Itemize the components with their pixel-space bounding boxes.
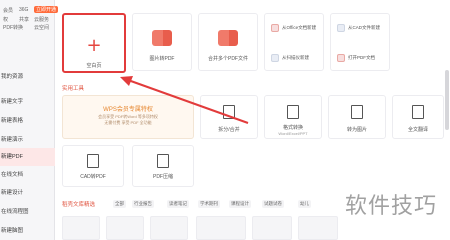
from-office-label: 从Office文档新建 xyxy=(282,25,317,30)
open-pdf-label: 打开PDF文档 xyxy=(348,55,375,60)
template-thumb[interactable] xyxy=(106,216,144,240)
chip-reader-notes[interactable]: 读者笔记 xyxy=(167,200,189,208)
blank-page-label: 空白页 xyxy=(86,63,102,69)
chip-exam-papers[interactable]: 试题试卷 xyxy=(262,200,284,208)
scanner-icon xyxy=(271,54,279,62)
from-cad-group: 从CAD文件新建 打开PDF文档 xyxy=(330,13,390,71)
member-label: 会员 xyxy=(3,8,14,14)
image-to-pdf-label: 图片转PDF xyxy=(149,56,175,62)
member-line-d: PDF转换 xyxy=(3,25,24,31)
storage-size: 36G xyxy=(19,7,29,13)
sidebar-item-new-sheet[interactable]: 新建表格 xyxy=(0,112,55,130)
open-pdf-button[interactable]: 打开PDF文档 xyxy=(337,50,375,66)
tool-pdf-compress[interactable]: PDF压缩 xyxy=(132,145,194,187)
chip-industry-report[interactable]: 行业报告 xyxy=(132,200,154,208)
member-line-b: 共享 xyxy=(19,17,30,23)
template-thumb[interactable] xyxy=(298,216,338,240)
from-office-group: 从Office文档新建 从扫描仪新建 xyxy=(264,13,324,71)
translate-label: 全文翻译 xyxy=(407,127,428,133)
wps-banner-title: WPS会员专属特权 xyxy=(103,107,153,113)
merge-pdf-tile[interactable]: 合并多个PDF文件 xyxy=(198,13,258,71)
office-doc-icon xyxy=(271,24,279,32)
sidebar-item-mindmap[interactable]: 新建脑图 xyxy=(0,222,55,240)
split-merge-icon xyxy=(223,105,235,119)
tools-section-title: 实用工具 xyxy=(62,86,85,92)
activate-badge[interactable]: 立即开通 xyxy=(34,6,59,13)
scrollbar[interactable] xyxy=(444,0,450,240)
image-pdf-icon xyxy=(152,30,172,46)
format-convert-label: 格式转换 xyxy=(282,125,303,131)
merge-pdf-icon xyxy=(218,30,238,46)
member-panel: 会员 36G 立即开通 权 共享 云服务 PDF转换 云空间 xyxy=(0,0,59,56)
sidebar-item-online-doc[interactable]: 在线文档 xyxy=(0,166,55,184)
plus-icon: + xyxy=(86,35,102,56)
watermark-text: 软件技巧 xyxy=(345,194,438,219)
member-line-c: 云服务 xyxy=(34,17,50,23)
to-image-icon xyxy=(351,105,363,119)
merge-pdf-label: 合并多个PDF文件 xyxy=(207,56,248,62)
cad-to-pdf-icon xyxy=(87,154,99,168)
member-line-e: 云空间 xyxy=(34,25,50,31)
cad-icon xyxy=(337,24,345,32)
tool-cad-to-pdf[interactable]: CAD转PDF xyxy=(62,145,124,187)
tool-translate[interactable]: 全文翻译 xyxy=(392,95,444,139)
tool-split-merge[interactable]: 拆分/合并 xyxy=(200,95,258,139)
split-merge-label: 拆分/合并 xyxy=(218,127,240,133)
sidebar: 会员 36G 立即开通 权 共享 云服务 PDF转换 云空间 我的资源 新建文字… xyxy=(0,0,59,240)
sidebar-item-new-design[interactable]: 新建设计 xyxy=(0,184,55,202)
to-image-label: 转为图片 xyxy=(346,127,367,133)
format-convert-sub: Word/Excel/PPT xyxy=(278,131,308,136)
pdf-compress-label: PDF压缩 xyxy=(152,174,173,180)
blank-page-tile[interactable]: + 空白页 xyxy=(62,13,126,73)
sidebar-item-my-resources[interactable]: 我的资源 xyxy=(0,68,55,86)
format-convert-icon xyxy=(287,105,299,119)
scrollbar-thumb[interactable] xyxy=(445,70,449,130)
wps-member-banner[interactable]: WPS会员专属特权 会员享受 PDF转Word 等多项特权 无需付费 享受 PD… xyxy=(62,95,194,139)
folder-icon xyxy=(337,54,345,62)
chip-course-design[interactable]: 课程设计 xyxy=(229,200,251,208)
pdf-compress-icon xyxy=(157,154,169,168)
template-thumb[interactable] xyxy=(150,216,188,240)
wps-banner-sub2: 无需付费 享受 PDF 全功能 xyxy=(104,120,152,125)
cad-to-pdf-label: CAD转PDF xyxy=(80,174,106,180)
tool-format-convert[interactable]: 格式转换 Word/Excel/PPT xyxy=(264,95,322,139)
from-cad-label: 从CAD文件新建 xyxy=(348,25,381,30)
sidebar-item-new-slides[interactable]: 新建演示 xyxy=(0,131,55,149)
chip-journal[interactable]: 学术期刊 xyxy=(198,200,220,208)
image-to-pdf-tile[interactable]: 图片转PDF xyxy=(132,13,192,71)
chip-all[interactable]: 全部 xyxy=(113,200,126,208)
translate-icon xyxy=(412,105,424,119)
templates-section-title: 稻壳文库精选 xyxy=(62,202,96,208)
template-thumb[interactable] xyxy=(196,216,246,240)
sidebar-item-flowchart[interactable]: 在线流程图 xyxy=(0,203,55,221)
tool-to-image[interactable]: 转为图片 xyxy=(328,95,386,139)
template-thumb[interactable] xyxy=(62,216,100,240)
from-scanner-button[interactable]: 从扫描仪新建 xyxy=(271,50,309,66)
member-line-a: 权 xyxy=(3,17,9,23)
chip-kids[interactable]: 幼儿 xyxy=(298,200,311,208)
from-office-button[interactable]: 从Office文档新建 xyxy=(271,20,316,36)
from-scanner-label: 从扫描仪新建 xyxy=(282,55,309,60)
template-thumb[interactable] xyxy=(252,216,292,240)
sidebar-item-new-doc[interactable]: 新建文字 xyxy=(0,93,55,111)
from-cad-button[interactable]: 从CAD文件新建 xyxy=(337,20,380,36)
sidebar-item-new-pdf[interactable]: 新建PDF xyxy=(0,148,55,166)
